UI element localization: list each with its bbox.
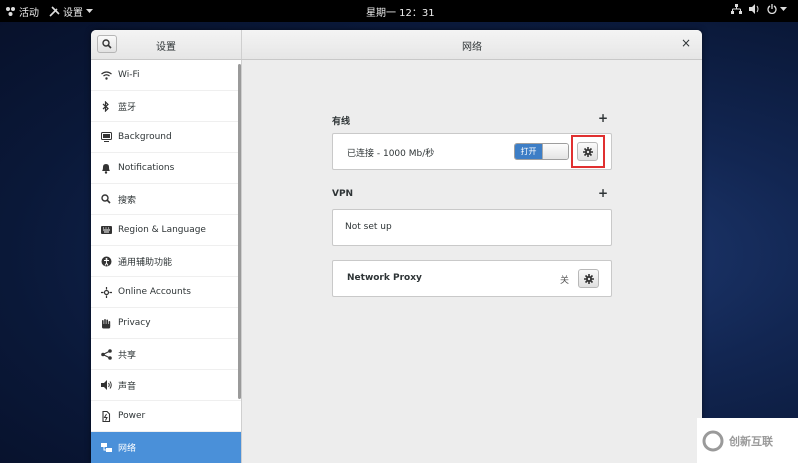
plus-icon: +: [598, 111, 609, 125]
proxy-state: 关: [560, 276, 570, 286]
search-icon: [100, 193, 112, 205]
sidebar-item-bluetooth[interactable]: 蓝牙: [91, 91, 241, 122]
keyboard-icon: [100, 224, 112, 236]
sidebar-item-region-language[interactable]: Region & Language: [91, 215, 241, 246]
wired-status: 已连接 - 1000 Mb/秒: [347, 149, 435, 159]
gear-icon: [583, 273, 594, 284]
sidebar-item-sound[interactable]: 声音: [91, 370, 241, 401]
tools-icon: [49, 6, 60, 17]
add-wired-button[interactable]: +: [598, 111, 608, 125]
search-button[interactable]: [97, 35, 117, 53]
switch-on-label: 打开: [515, 144, 542, 159]
background-icon: [100, 131, 112, 143]
sidebar-item-privacy[interactable]: Privacy: [91, 308, 241, 339]
vpn-row: Not set up: [332, 209, 612, 246]
add-vpn-button[interactable]: +: [598, 186, 608, 200]
vpn-heading: VPN: [332, 189, 354, 199]
power-icon: [767, 4, 777, 14]
activities-icon: [6, 7, 15, 16]
chevron-down-icon: [780, 6, 787, 11]
sidebar-item-label: 搜索: [118, 195, 137, 206]
wired-heading: 有线: [332, 117, 351, 127]
proxy-settings-button[interactable]: [578, 269, 599, 288]
sidebar-scrollbar[interactable]: [238, 64, 241, 399]
hand-icon: [100, 317, 112, 329]
sidebar-item-label: Region & Language: [118, 225, 206, 235]
sidebar-item-notifications[interactable]: Notifications: [91, 153, 241, 184]
activities-label: 活动: [19, 8, 39, 19]
sidebar-item-background[interactable]: Background: [91, 122, 241, 153]
watermark-logo: 创新互联: [697, 418, 798, 463]
bell-icon: [100, 162, 112, 174]
sidebar-item-network[interactable]: 网络: [91, 432, 241, 463]
volume-icon: [749, 4, 759, 14]
chevron-down-icon: [86, 9, 93, 13]
page-title: 网络: [462, 42, 482, 53]
clock-label: 星期一 12：31: [366, 8, 435, 19]
wired-toggle-switch[interactable]: 打开: [514, 143, 569, 160]
sidebar-item-online-accounts[interactable]: Online Accounts: [91, 277, 241, 308]
network-proxy-row[interactable]: Network Proxy 关: [332, 260, 612, 297]
activities-button[interactable]: 活动: [5, 4, 39, 19]
sidebar-item-label: Privacy: [118, 318, 151, 328]
sidebar-item-label: Online Accounts: [118, 287, 191, 297]
network-panel: 有线 + 已连接 - 1000 Mb/秒 打开 VPN + Not set up…: [242, 60, 702, 463]
sidebar: Wi-Fi 蓝牙 Background Notifications 搜索 Reg…: [91, 60, 242, 463]
network-wired-icon: [731, 4, 742, 14]
online-accounts-icon: [100, 286, 112, 298]
sidebar-item-accessibility[interactable]: 通用辅助功能: [91, 246, 241, 277]
sidebar-item-label: Notifications: [118, 163, 175, 173]
settings-window: 设置 网络 × Wi-Fi 蓝牙 Background Notification…: [91, 30, 702, 463]
wired-connection-row: 已连接 - 1000 Mb/秒 打开: [332, 133, 612, 170]
system-menu-button[interactable]: [731, 4, 787, 14]
sidebar-item-label: 通用辅助功能: [118, 257, 173, 268]
sidebar-item-power[interactable]: Power: [91, 401, 241, 432]
wifi-icon: [100, 69, 112, 81]
sidebar-item-label: Background: [118, 132, 172, 142]
sidebar-item-label: Power: [118, 411, 146, 421]
sidebar-item-label: 声音: [118, 381, 137, 392]
proxy-label: Network Proxy: [347, 273, 422, 283]
app-menu-label: 设置: [63, 8, 83, 19]
sidebar-title: 设置: [156, 42, 176, 53]
close-button[interactable]: ×: [679, 36, 693, 50]
accessibility-icon: [100, 255, 112, 267]
highlight-box: [571, 135, 605, 168]
app-menu-button[interactable]: 设置: [49, 4, 93, 19]
sidebar-item-search[interactable]: 搜索: [91, 184, 241, 215]
top-bar: 活动 设置 星期一 12：31: [0, 0, 798, 22]
sidebar-item-sharing[interactable]: 共享: [91, 339, 241, 370]
switch-knob: [542, 144, 568, 159]
power-icon: [100, 410, 112, 422]
sidebar-item-wifi[interactable]: Wi-Fi: [91, 60, 241, 91]
clock[interactable]: 星期一 12：31: [366, 4, 435, 19]
watermark-text: 创新互联: [729, 434, 773, 448]
header-bar: 设置 网络 ×: [91, 30, 702, 60]
vpn-status: Not set up: [345, 222, 392, 232]
sidebar-item-label: 共享: [118, 350, 137, 361]
plus-icon: +: [598, 186, 609, 200]
share-icon: [100, 348, 112, 360]
network-icon: [100, 442, 112, 454]
sidebar-item-label: 蓝牙: [118, 102, 137, 113]
search-icon: [102, 39, 112, 49]
logo-icon: [702, 430, 724, 451]
sidebar-item-label: 网络: [118, 444, 137, 454]
bluetooth-icon: [100, 100, 112, 112]
close-icon: ×: [680, 36, 692, 50]
sidebar-item-label: Wi-Fi: [118, 70, 140, 80]
speaker-icon: [100, 379, 112, 391]
